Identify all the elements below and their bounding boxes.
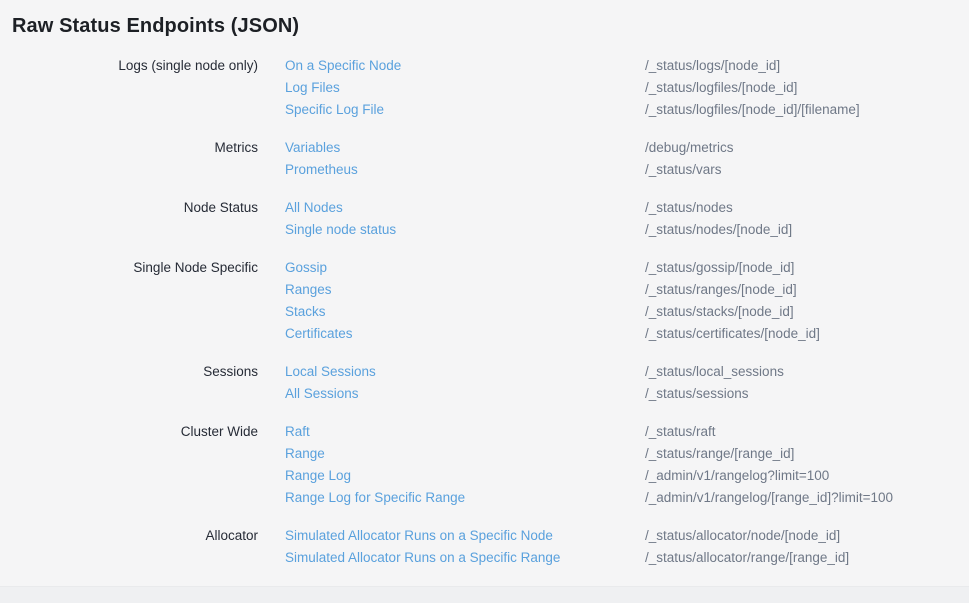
endpoint-path: /_status/logs/[node_id]: [645, 55, 969, 77]
endpoint-path: /_status/raft: [645, 421, 969, 443]
endpoint-link[interactable]: Log Files: [285, 77, 645, 99]
endpoint-path: /_status/sessions: [645, 383, 969, 405]
endpoint-category-label: Single Node Specific: [0, 257, 285, 279]
endpoint-link[interactable]: Simulated Allocator Runs on a Specific N…: [285, 525, 645, 547]
endpoint-link[interactable]: Simulated Allocator Runs on a Specific R…: [285, 547, 645, 569]
endpoint-path: /_status/nodes/[node_id]: [645, 219, 969, 241]
endpoint-group: Sessions Local SessionsAll Sessions /_st…: [0, 361, 969, 405]
endpoint-link[interactable]: Ranges: [285, 279, 645, 301]
endpoint-link[interactable]: Raft: [285, 421, 645, 443]
endpoint-links-column: Local SessionsAll Sessions: [285, 361, 645, 405]
endpoint-path: /_status/certificates/[node_id]: [645, 323, 969, 345]
endpoint-category-label: Sessions: [0, 361, 285, 383]
endpoint-group: Cluster Wide RaftRangeRange LogRange Log…: [0, 421, 969, 509]
endpoint-group: Single Node Specific GossipRangesStacksC…: [0, 257, 969, 345]
endpoint-link[interactable]: All Nodes: [285, 197, 645, 219]
endpoint-category-label: Logs (single node only): [0, 55, 285, 77]
endpoint-paths-column: /_status/allocator/node/[node_id]/_statu…: [645, 525, 969, 569]
endpoint-link[interactable]: Single node status: [285, 219, 645, 241]
endpoint-path: /_status/range/[range_id]: [645, 443, 969, 465]
endpoint-path: /_status/allocator/range/[range_id]: [645, 547, 969, 569]
endpoint-link[interactable]: Gossip: [285, 257, 645, 279]
endpoint-path: /_status/stacks/[node_id]: [645, 301, 969, 323]
endpoint-paths-column: /_status/raft/_status/range/[range_id]/_…: [645, 421, 969, 509]
endpoint-path: /_status/ranges/[node_id]: [645, 279, 969, 301]
endpoint-links-column: VariablesPrometheus: [285, 137, 645, 181]
endpoint-link[interactable]: Range Log for Specific Range: [285, 487, 645, 509]
endpoint-paths-column: /debug/metrics/_status/vars: [645, 137, 969, 181]
endpoint-paths-column: /_status/local_sessions/_status/sessions: [645, 361, 969, 405]
endpoint-group: Metrics VariablesPrometheus /debug/metri…: [0, 137, 969, 181]
endpoint-paths-column: /_status/gossip/[node_id]/_status/ranges…: [645, 257, 969, 345]
endpoint-link[interactable]: Local Sessions: [285, 361, 645, 383]
endpoint-category-label: Metrics: [0, 137, 285, 159]
endpoint-table: Logs (single node only) On a Specific No…: [0, 55, 969, 569]
endpoint-paths-column: /_status/nodes/_status/nodes/[node_id]: [645, 197, 969, 241]
endpoint-path: /_status/logfiles/[node_id]: [645, 77, 969, 99]
page-title: Raw Status Endpoints (JSON): [0, 0, 969, 40]
endpoint-path: /_status/gossip/[node_id]: [645, 257, 969, 279]
endpoint-link[interactable]: On a Specific Node: [285, 55, 645, 77]
endpoint-path: /_status/nodes: [645, 197, 969, 219]
endpoint-group: Allocator Simulated Allocator Runs on a …: [0, 525, 969, 569]
endpoint-path: /_status/vars: [645, 159, 969, 181]
endpoint-links-column: GossipRangesStacksCertificates: [285, 257, 645, 345]
endpoint-category-label: Node Status: [0, 197, 285, 219]
endpoint-group: Node Status All NodesSingle node status …: [0, 197, 969, 241]
endpoint-link[interactable]: Stacks: [285, 301, 645, 323]
endpoint-category-label: Cluster Wide: [0, 421, 285, 443]
endpoint-link[interactable]: All Sessions: [285, 383, 645, 405]
endpoint-links-column: On a Specific NodeLog FilesSpecific Log …: [285, 55, 645, 121]
endpoint-path: /debug/metrics: [645, 137, 969, 159]
endpoint-link[interactable]: Certificates: [285, 323, 645, 345]
endpoint-links-column: RaftRangeRange LogRange Log for Specific…: [285, 421, 645, 509]
endpoint-link[interactable]: Specific Log File: [285, 99, 645, 121]
endpoint-links-column: All NodesSingle node status: [285, 197, 645, 241]
footer-strip: [0, 586, 969, 603]
endpoint-path: /_status/allocator/node/[node_id]: [645, 525, 969, 547]
endpoint-path: /_admin/v1/rangelog/[range_id]?limit=100: [645, 487, 969, 509]
endpoint-paths-column: /_status/logs/[node_id]/_status/logfiles…: [645, 55, 969, 121]
endpoint-link[interactable]: Range: [285, 443, 645, 465]
endpoint-link[interactable]: Range Log: [285, 465, 645, 487]
endpoint-path: /_status/local_sessions: [645, 361, 969, 383]
endpoint-category-label: Allocator: [0, 525, 285, 547]
endpoint-link[interactable]: Variables: [285, 137, 645, 159]
endpoint-links-column: Simulated Allocator Runs on a Specific N…: [285, 525, 645, 569]
endpoint-path: /_admin/v1/rangelog?limit=100: [645, 465, 969, 487]
endpoint-link[interactable]: Prometheus: [285, 159, 645, 181]
endpoint-path: /_status/logfiles/[node_id]/[filename]: [645, 99, 969, 121]
endpoint-group: Logs (single node only) On a Specific No…: [0, 55, 969, 121]
